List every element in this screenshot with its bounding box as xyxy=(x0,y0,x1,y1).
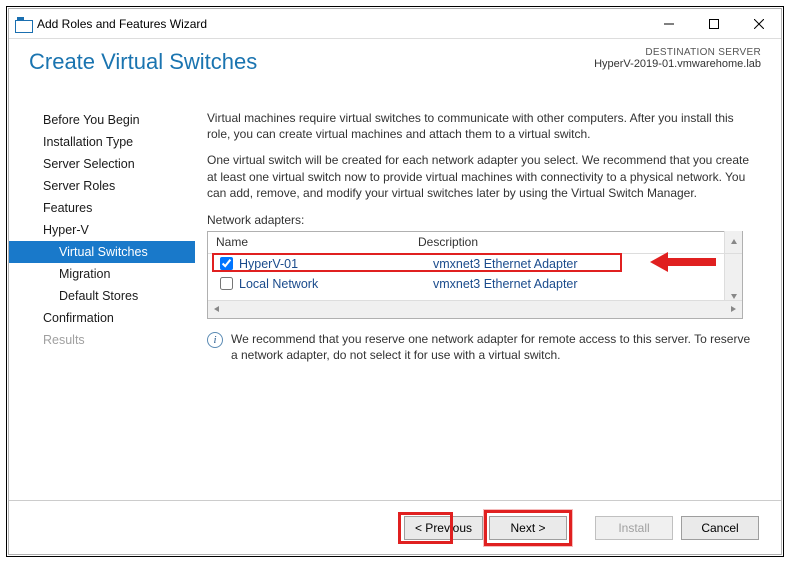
sidebar-item-hyper-v[interactable]: Hyper-V xyxy=(9,219,195,241)
intro-paragraph-2: One virtual switch will be created for e… xyxy=(207,152,757,201)
column-header-name[interactable]: Name xyxy=(208,235,418,249)
adapter-checkbox-hyperv-01[interactable] xyxy=(220,257,233,270)
sidebar-item-server-selection[interactable]: Server Selection xyxy=(9,153,195,175)
adapter-name: Local Network xyxy=(239,277,433,291)
destination-server-value: HyperV-2019-01.vmwarehome.lab xyxy=(594,58,761,70)
window-title: Add Roles and Features Wizard xyxy=(37,17,207,31)
titlebar: Add Roles and Features Wizard xyxy=(9,9,781,39)
scroll-left-button[interactable] xyxy=(208,300,226,318)
adapter-checkbox-local-network[interactable] xyxy=(220,277,233,290)
sidebar-item-migration[interactable]: Migration xyxy=(9,263,195,285)
network-adapters-label: Network adapters: xyxy=(207,213,757,227)
network-adapters-list: Name Description HyperV-01 vmxnet3 Ether… xyxy=(207,231,743,319)
adapter-name: HyperV-01 xyxy=(239,257,433,271)
close-button[interactable] xyxy=(736,9,781,38)
cancel-button[interactable]: Cancel xyxy=(681,516,759,540)
adapter-row-hyperv-01[interactable]: HyperV-01 vmxnet3 Ethernet Adapter xyxy=(208,254,742,274)
destination-server-label: DESTINATION SERVER xyxy=(594,47,761,58)
annotation-arrow-icon xyxy=(648,254,718,272)
sidebar-item-results: Results xyxy=(9,329,195,351)
sidebar-item-before-you-begin[interactable]: Before You Begin xyxy=(9,109,195,131)
scroll-right-button[interactable] xyxy=(724,300,742,318)
previous-button[interactable]: < Previous xyxy=(404,516,483,540)
sidebar-item-installation-type[interactable]: Installation Type xyxy=(9,131,195,153)
sidebar-item-confirmation[interactable]: Confirmation xyxy=(9,307,195,329)
wizard-sidebar: Before You Begin Installation Type Serve… xyxy=(9,103,195,501)
server-manager-icon xyxy=(15,17,31,31)
sidebar-item-virtual-switches[interactable]: Virtual Switches xyxy=(9,241,195,263)
column-header-description[interactable]: Description xyxy=(418,235,724,249)
maximize-button[interactable] xyxy=(691,9,736,38)
adapter-description: vmxnet3 Ethernet Adapter xyxy=(433,277,742,291)
intro-paragraph-1: Virtual machines require virtual switche… xyxy=(207,110,757,142)
info-icon: i xyxy=(207,332,223,348)
minimize-button[interactable] xyxy=(646,9,691,38)
sidebar-item-server-roles[interactable]: Server Roles xyxy=(9,175,195,197)
install-button: Install xyxy=(595,516,673,540)
adapter-row-local-network[interactable]: Local Network vmxnet3 Ethernet Adapter xyxy=(208,274,742,294)
sidebar-item-features[interactable]: Features xyxy=(9,197,195,219)
scroll-down-button[interactable] xyxy=(730,292,738,300)
info-text: We recommend that you reserve one networ… xyxy=(231,331,757,363)
wizard-button-bar: < Previous Next > Install Cancel xyxy=(9,500,781,554)
next-button[interactable]: Next > xyxy=(489,516,567,540)
scroll-up-button[interactable] xyxy=(724,231,742,253)
sidebar-item-default-stores[interactable]: Default Stores xyxy=(9,285,195,307)
